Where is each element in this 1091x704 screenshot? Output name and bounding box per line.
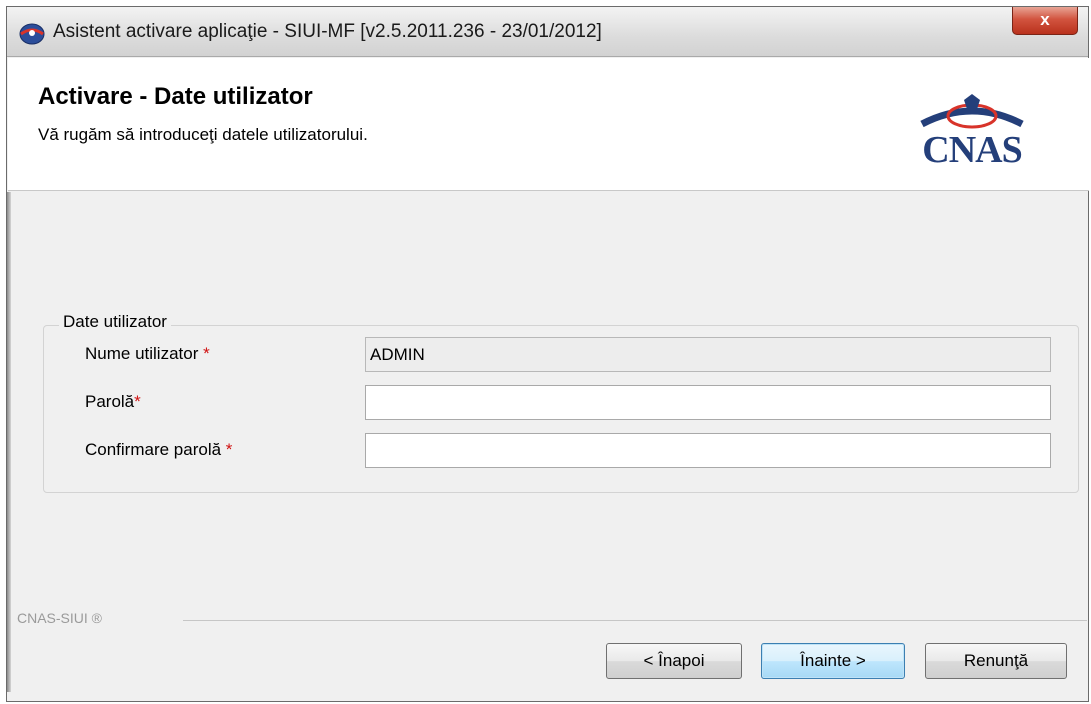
title-bar[interactable]: Asistent activare aplicaţie - SIUI-MF [v…	[7, 7, 1088, 57]
confirm-password-input[interactable]	[365, 433, 1051, 468]
confirm-password-label: Confirmare parolă *	[85, 440, 232, 460]
password-label: Parolă*	[85, 392, 141, 412]
groupbox-legend: Date utilizator	[59, 312, 171, 332]
footer-brand: CNAS-SIUI ®	[17, 610, 102, 626]
wizard-window: Asistent activare aplicaţie - SIUI-MF [v…	[6, 6, 1089, 702]
footer-divider	[183, 620, 1087, 621]
username-label: Nume utilizator *	[85, 344, 210, 364]
page-subtitle: Vă rugăm să introduceţi datele utilizato…	[38, 125, 368, 144]
app-icon	[19, 23, 45, 45]
back-button[interactable]: < Înapoi	[606, 643, 742, 679]
username-label-text: Nume utilizator	[85, 344, 199, 363]
required-marker: *	[134, 392, 141, 411]
page-title: Activare - Date utilizator	[38, 83, 313, 110]
left-edge-shadow	[7, 192, 11, 692]
confirm-password-label-text: Confirmare parolă	[85, 440, 222, 459]
close-icon: x	[1040, 10, 1050, 29]
required-marker: *	[225, 440, 233, 459]
wizard-header: Activare - Date utilizator Vă rugăm să i…	[8, 58, 1089, 191]
close-button[interactable]: x	[1012, 7, 1078, 35]
password-label-text: Parolă	[85, 392, 135, 411]
next-button[interactable]: Înainte >	[761, 643, 905, 679]
cnas-logo: CNAS	[892, 94, 1056, 174]
password-input[interactable]	[365, 385, 1051, 420]
logo-text: CNAS	[922, 129, 1022, 171]
window-title: Asistent activare aplicaţie - SIUI-MF [v…	[53, 21, 602, 42]
cancel-button[interactable]: Renunţă	[925, 643, 1067, 679]
required-marker: *	[203, 344, 210, 363]
username-input[interactable]	[365, 337, 1051, 372]
